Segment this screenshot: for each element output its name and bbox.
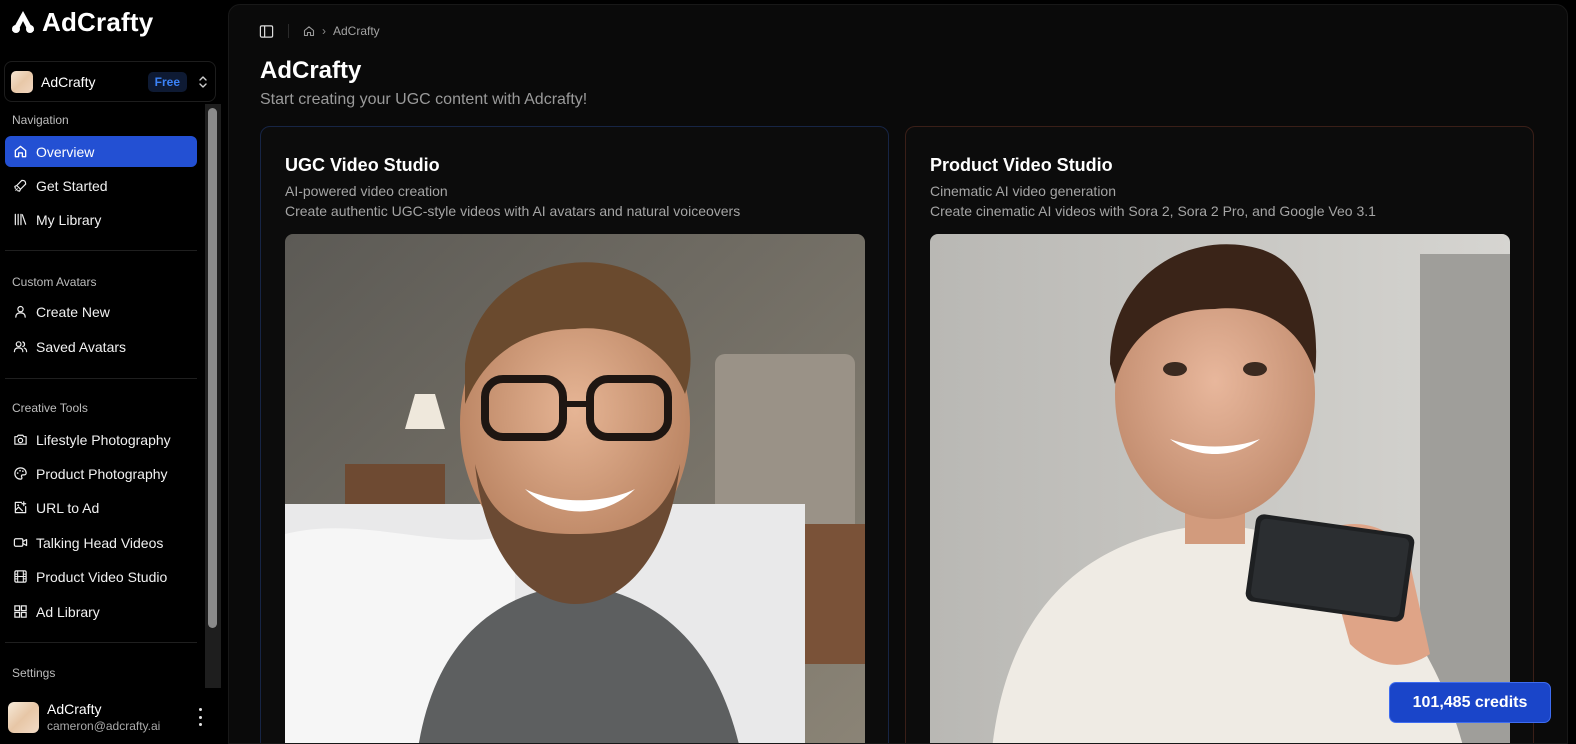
sidebar-item-ad-library[interactable]: Ad Library <box>5 596 197 627</box>
sidebar-scrollbar-thumb[interactable] <box>208 108 217 628</box>
sidebar-item-lifestyle-photography[interactable]: Lifestyle Photography <box>5 424 197 455</box>
more-vertical-icon[interactable] <box>195 708 205 726</box>
avatar <box>8 701 39 733</box>
adcrafty-logo-icon <box>12 11 34 33</box>
section-label-custom-avatars: Custom Avatars <box>12 275 97 289</box>
sidebar-item-label: URL to Ad <box>36 499 100 516</box>
video-icon <box>13 535 28 550</box>
sidebar-item-label: My Library <box>36 211 102 228</box>
divider <box>5 642 197 643</box>
sidebar-item-label: Product Video Studio <box>36 568 168 585</box>
chevrons-up-down-icon <box>199 75 207 88</box>
sidebar-item-get-started[interactable]: Get Started <box>5 170 197 201</box>
section-label-creative-tools: Creative Tools <box>12 401 88 415</box>
sidebar-item-overview[interactable]: Overview <box>5 136 197 167</box>
chevron-right-icon: › <box>322 24 326 38</box>
topbar: › AdCrafty <box>259 21 380 41</box>
palette-icon <box>13 466 28 481</box>
home-icon <box>13 144 28 159</box>
grid-icon <box>13 604 28 619</box>
card-title: UGC Video Studio <box>285 155 440 175</box>
breadcrumb: › AdCrafty <box>303 24 380 38</box>
team-avatar <box>11 70 33 93</box>
sidebar-item-label: Overview <box>36 143 95 160</box>
brand-name: AdCrafty <box>42 6 154 37</box>
plan-badge: Free <box>147 71 187 92</box>
card-description: Create authentic UGC-style videos with A… <box>285 203 741 219</box>
sidebar-item-create-new[interactable]: Create New <box>5 296 197 327</box>
sidebar-item-label: Create New <box>36 303 110 320</box>
team-name: AdCrafty <box>41 73 96 90</box>
sidebar-item-talking-head-videos[interactable]: Talking Head Videos <box>5 527 197 558</box>
sidebar-item-label: Lifestyle Photography <box>36 431 171 448</box>
home-icon[interactable] <box>303 25 315 37</box>
page-title: AdCrafty <box>260 57 362 84</box>
sidebar-nav[interactable]: Navigation Overview Get Started My Libra… <box>0 104 204 688</box>
card-tagline: AI-powered video creation <box>285 183 448 199</box>
sidebar-toggle-icon[interactable] <box>259 24 274 39</box>
brand[interactable]: AdCrafty <box>10 6 153 38</box>
card-description: Create cinematic AI videos with Sora 2, … <box>930 203 1376 219</box>
divider <box>288 24 289 38</box>
library-icon <box>13 212 28 227</box>
camera-icon <box>13 432 28 447</box>
main-content: › AdCrafty AdCrafty Start creating your … <box>228 4 1568 744</box>
sidebar-scrollbar[interactable] <box>205 104 221 688</box>
sidebar-item-label: Get Started <box>36 177 108 194</box>
sidebar-item-label: Ad Library <box>36 603 100 620</box>
team-switcher[interactable]: AdCrafty Free <box>4 61 216 102</box>
card-tagline: Cinematic AI video generation <box>930 183 1116 199</box>
sidebar-item-label: Talking Head Videos <box>36 534 164 551</box>
user-menu[interactable]: AdCrafty cameron@adcrafty.ai <box>0 690 220 744</box>
product-video-studio-card[interactable]: Product Video Studio Cinematic AI video … <box>905 126 1534 743</box>
divider <box>5 378 197 379</box>
divider <box>5 250 197 251</box>
film-icon <box>13 569 28 584</box>
ugc-video-studio-card[interactable]: UGC Video Studio AI-powered video creati… <box>260 126 889 743</box>
section-label-settings: Settings <box>12 666 56 680</box>
page-subtitle: Start creating your UGC content with Adc… <box>260 91 588 108</box>
sidebar-item-saved-avatars[interactable]: Saved Avatars <box>5 331 197 362</box>
credits-button[interactable]: 101,485 credits <box>1389 682 1551 723</box>
card-title: Product Video Studio <box>930 155 1113 175</box>
ugc-avatar-image[interactable] <box>285 234 865 743</box>
sidebar-item-label: Saved Avatars <box>36 338 127 355</box>
rocket-icon <box>13 178 28 193</box>
sidebar: AdCrafty AdCrafty Free Navigation Overvi… <box>0 0 228 744</box>
user-name: AdCrafty <box>47 701 102 717</box>
sidebar-item-product-video-studio[interactable]: Product Video Studio <box>5 561 197 592</box>
user-email: cameron@adcrafty.ai <box>47 719 161 733</box>
sidebar-item-url-to-ad[interactable]: URL to Ad <box>5 492 197 523</box>
breadcrumb-current: AdCrafty <box>333 24 380 38</box>
section-label-navigation: Navigation <box>12 113 69 127</box>
product-avatar-image[interactable] <box>930 234 1510 743</box>
user-icon <box>13 304 28 319</box>
users-icon <box>13 339 28 354</box>
image-plus-icon <box>13 500 28 515</box>
sidebar-item-product-photography[interactable]: Product Photography <box>5 458 197 489</box>
sidebar-item-label: Product Photography <box>36 465 168 482</box>
sidebar-item-my-library[interactable]: My Library <box>5 204 197 235</box>
